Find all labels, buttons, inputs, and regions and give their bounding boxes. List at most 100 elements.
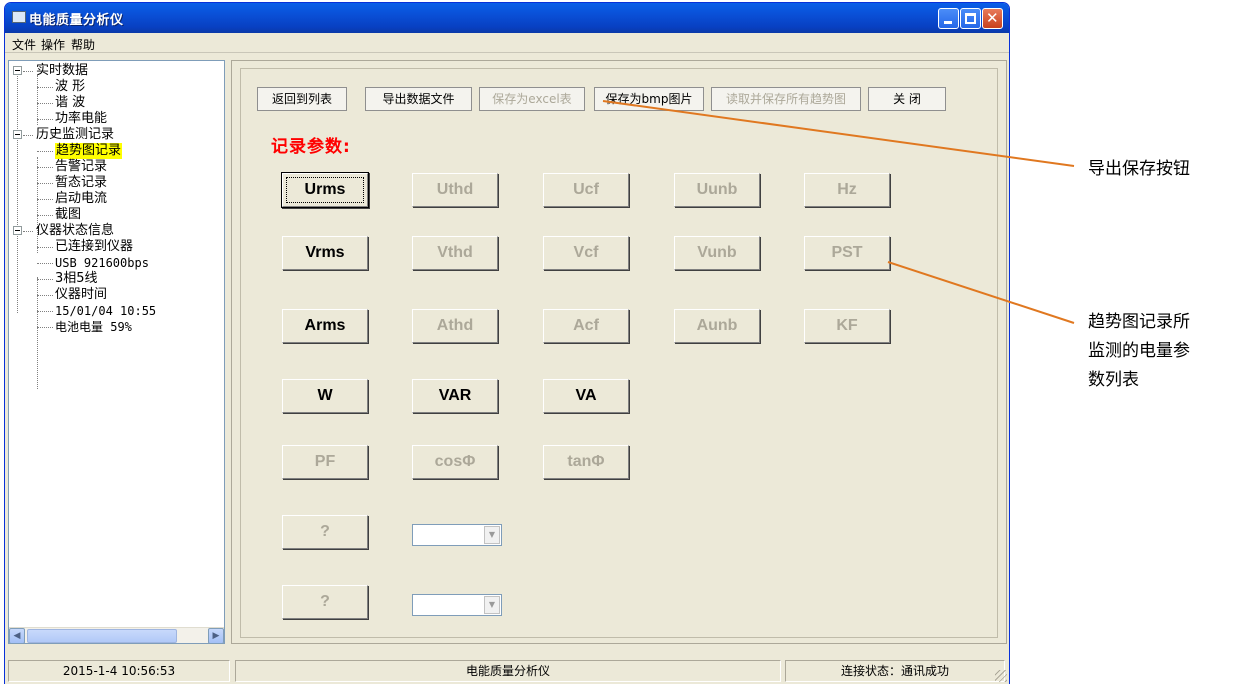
menu-file[interactable]: 文件 [12, 36, 36, 53]
status-app-name: 电能质量分析仪 [235, 660, 781, 682]
tree-node-realtime[interactable]: 实时数据 [9, 63, 224, 79]
param-button-w[interactable]: W [282, 379, 368, 413]
tree-label: 已连接到仪器 [55, 239, 134, 254]
tree-label: 暂态记录 [55, 175, 108, 190]
status-connection: 连接状态：通讯成功 [785, 660, 1005, 682]
tree-item-inrush[interactable]: 启动电流 [9, 191, 224, 207]
custom-param-select-2[interactable]: ▼ [412, 594, 502, 616]
params-heading: 记录参数: [271, 137, 351, 157]
tree-item-battery[interactable]: 电池电量 59% [9, 319, 224, 335]
param-button-custom-2[interactable]: ? [282, 585, 368, 619]
title-bar[interactable]: 电能质量分析仪 ✕ [5, 3, 1009, 33]
close-icon: ✕ [986, 9, 999, 27]
trend-inner-frame: 返回到列表 导出数据文件 保存为excel表 保存为bmp图片 读取并保存所有趋… [240, 68, 998, 638]
menu-operation[interactable]: 操作 [41, 36, 65, 53]
tree-item-harmonic[interactable]: 谐 波 [9, 95, 224, 111]
tree-item-device-time[interactable]: 仪器时间 [9, 287, 224, 303]
param-button-custom-1[interactable]: ? [282, 515, 368, 549]
app-icon [12, 11, 26, 23]
param-button-var[interactable]: VAR [412, 379, 498, 413]
collapse-icon[interactable] [13, 130, 22, 139]
chevron-down-icon[interactable]: ▼ [484, 596, 500, 614]
param-button-vrms[interactable]: Vrms [282, 236, 368, 270]
maximize-icon [965, 13, 976, 24]
status-bar: 2015-1-4 10:56:53 电能质量分析仪 连接状态：通讯成功 [5, 658, 1009, 684]
param-button-arms[interactable]: Arms [282, 309, 368, 343]
tree-item-power[interactable]: 功率电能 [9, 111, 224, 127]
tree-label: 波 形 [55, 79, 86, 94]
param-button-vunb[interactable]: Vunb [674, 236, 760, 270]
save-bmp-button[interactable]: 保存为bmp图片 [594, 87, 704, 111]
minimize-icon [944, 21, 952, 24]
annotation-param-list-3: 数列表 [1088, 370, 1139, 390]
param-button-pst[interactable]: PST [804, 236, 890, 270]
tree-label: 截图 [55, 207, 82, 222]
navigation-tree: 实时数据 波 形 谐 波 功率电能 历史监测记录 趋势图记录 告警记录 暂态记录… [8, 60, 225, 644]
tree-item-wiring[interactable]: 3相5线 [9, 271, 224, 287]
param-button-pf[interactable]: PF [282, 445, 368, 479]
tree-item-trend[interactable]: 趋势图记录 [9, 143, 224, 159]
param-button-hz[interactable]: Hz [804, 173, 890, 207]
tree-label: 3相5线 [55, 271, 98, 286]
app-window: 电能质量分析仪 ✕ 文件 操作 帮助 实时数据 波 形 谐 波 功率电能 历史监… [4, 2, 1010, 684]
trend-panel: 返回到列表 导出数据文件 保存为excel表 保存为bmp图片 读取并保存所有趋… [231, 60, 1007, 644]
tree-label: 启动电流 [55, 191, 108, 206]
scroll-right-icon[interactable]: ▶ [208, 628, 224, 644]
tree-node-history[interactable]: 历史监测记录 [9, 127, 224, 143]
param-button-cos[interactable]: cosΦ [412, 445, 498, 479]
tree-label: 功率电能 [55, 111, 108, 126]
tree-node-status[interactable]: 仪器状态信息 [9, 223, 224, 239]
tree-label: 谐 波 [55, 95, 86, 110]
tree-item-alarm[interactable]: 告警记录 [9, 159, 224, 175]
param-button-uthd[interactable]: Uthd [412, 173, 498, 207]
tree-horizontal-scrollbar[interactable]: ◀ ▶ [9, 627, 224, 644]
param-button-vcf[interactable]: Vcf [543, 236, 629, 270]
annotation-param-list-1: 趋势图记录所 [1088, 312, 1190, 332]
save-excel-button[interactable]: 保存为excel表 [479, 87, 585, 111]
param-button-va[interactable]: VA [543, 379, 629, 413]
param-button-tan[interactable]: tanΦ [543, 445, 629, 479]
tree-item-screenshot[interactable]: 截图 [9, 207, 224, 223]
tree-item-time-value[interactable]: 15/01/04 10:55 [9, 303, 224, 319]
scroll-thumb[interactable] [27, 629, 177, 643]
tree-label: 电池电量 59% [55, 320, 132, 334]
param-button-acf[interactable]: Acf [543, 309, 629, 343]
param-button-aunb[interactable]: Aunb [674, 309, 760, 343]
param-button-vthd[interactable]: Vthd [412, 236, 498, 270]
param-button-athd[interactable]: Athd [412, 309, 498, 343]
tree-item-usb[interactable]: USB 921600bps [9, 255, 224, 271]
custom-param-select-1[interactable]: ▼ [412, 524, 502, 546]
tree-label: 实时数据 [36, 63, 89, 78]
tree-item-transient[interactable]: 暂态记录 [9, 175, 224, 191]
tree-label: 仪器时间 [55, 287, 108, 302]
tree-label: 15/01/04 10:55 [55, 304, 157, 318]
annotation-param-list-2: 监测的电量参 [1088, 341, 1190, 361]
menu-help[interactable]: 帮助 [71, 36, 95, 53]
resize-grip-icon[interactable] [995, 670, 1007, 682]
window-title: 电能质量分析仪 [29, 13, 124, 28]
tree-item-waveform[interactable]: 波 形 [9, 79, 224, 95]
maximize-button[interactable] [960, 8, 981, 29]
chevron-down-icon[interactable]: ▼ [484, 526, 500, 544]
menu-bar: 文件 操作 帮助 [5, 33, 1009, 53]
scroll-left-icon[interactable]: ◀ [9, 628, 25, 644]
collapse-icon[interactable] [13, 226, 22, 235]
tree-label: 历史监测记录 [36, 127, 115, 142]
param-button-uunb[interactable]: Uunb [674, 173, 760, 207]
tree-label: 告警记录 [55, 159, 108, 174]
back-to-list-button[interactable]: 返回到列表 [257, 87, 347, 111]
read-save-all-trends-button[interactable]: 读取并保存所有趋势图 [711, 87, 861, 111]
status-datetime: 2015-1-4 10:56:53 [8, 660, 230, 682]
export-data-button[interactable]: 导出数据文件 [365, 87, 472, 111]
close-window-button[interactable]: ✕ [982, 8, 1003, 29]
annotation-export-buttons: 导出保存按钮 [1088, 159, 1190, 179]
param-button-urms[interactable]: Urms [282, 173, 368, 207]
close-button[interactable]: 关 闭 [868, 87, 946, 111]
param-button-ucf[interactable]: Ucf [543, 173, 629, 207]
param-button-kf[interactable]: KF [804, 309, 890, 343]
collapse-icon[interactable] [13, 66, 22, 75]
tree-label: 仪器状态信息 [36, 223, 115, 238]
tree-item-connected[interactable]: 已连接到仪器 [9, 239, 224, 255]
tree-label: USB 921600bps [55, 256, 149, 270]
minimize-button[interactable] [938, 8, 959, 29]
